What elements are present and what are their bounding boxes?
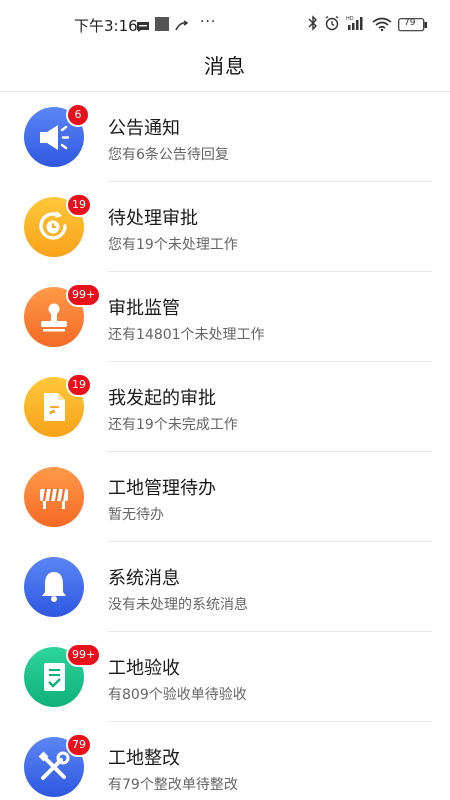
signal-icon: HD [346, 15, 366, 35]
avatar: 19 [24, 193, 92, 257]
avatar [24, 557, 84, 617]
avatar: 19 [24, 373, 92, 437]
status-time: 下午3:16 [74, 17, 138, 35]
item-subtitle: 暂无待办 [108, 507, 164, 523]
message-list: 6 公告通知 您有6条公告待回复 19 待处理审批 您有19个未处理工作 99+… [0, 92, 450, 800]
more-icon: ··· [200, 14, 217, 30]
unread-badge: 99+ [66, 643, 102, 667]
item-subtitle: 没有未处理的系统消息 [108, 597, 248, 613]
item-subtitle: 有809个验收单待验收 [108, 687, 247, 703]
status-bar: 下午3:16 ··· HD 79 [0, 0, 450, 48]
share-icon [174, 17, 190, 36]
item-title: 公告通知 [108, 118, 180, 139]
list-item-approval-supervision[interactable]: 99+ 审批监管 还有14801个未处理工作 [0, 272, 450, 362]
item-title: 待处理审批 [108, 208, 198, 229]
item-title: 我发起的审批 [108, 388, 216, 409]
svg-text:HD: HD [346, 16, 354, 22]
item-subtitle: 有79个整改单待整改 [108, 777, 238, 793]
avatar: 79 [24, 733, 92, 797]
avatar: 99+ [24, 283, 102, 347]
header: 消息 [0, 48, 450, 92]
unread-badge: 19 [66, 373, 92, 397]
item-subtitle: 还有14801个未处理工作 [108, 327, 265, 343]
list-item-my-approvals[interactable]: 19 我发起的审批 还有19个未完成工作 [0, 362, 450, 452]
avatar [24, 467, 84, 527]
unread-badge: 6 [66, 103, 90, 127]
unread-badge: 99+ [66, 283, 102, 307]
wifi-icon [372, 16, 392, 35]
item-title: 工地整改 [108, 748, 180, 769]
avatar: 99+ [24, 643, 102, 707]
item-subtitle: 您有6条公告待回复 [108, 147, 229, 163]
bell-icon [42, 572, 66, 602]
list-item-system-messages[interactable]: 系统消息 没有未处理的系统消息 [0, 542, 450, 632]
list-item-site-rectification[interactable]: 79 工地整改 有79个整改单待整改 [0, 722, 450, 800]
item-title: 系统消息 [108, 568, 180, 589]
page-title: 消息 [204, 54, 246, 78]
list-item-site-todo[interactable]: 工地管理待办 暂无待办 [0, 452, 450, 542]
message-icon [136, 18, 150, 37]
item-title: 工地管理待办 [108, 478, 216, 499]
barrier-icon [40, 488, 68, 509]
alarm-icon [324, 15, 340, 35]
list-item-site-acceptance[interactable]: 99+ 工地验收 有809个验收单待验收 [0, 632, 450, 722]
avatar: 6 [24, 103, 90, 167]
list-item-announcements[interactable]: 6 公告通知 您有6条公告待回复 [0, 92, 450, 182]
battery-level: 79 [404, 18, 416, 28]
unread-badge: 79 [66, 733, 92, 757]
list-item-pending-approvals[interactable]: 19 待处理审批 您有19个未处理工作 [0, 182, 450, 272]
item-title: 工地验收 [108, 658, 180, 679]
item-subtitle: 还有19个未完成工作 [108, 417, 238, 433]
bluetooth-icon [308, 15, 318, 35]
image-icon [155, 16, 169, 35]
item-title: 审批监管 [108, 298, 180, 319]
unread-badge: 19 [66, 193, 92, 217]
item-subtitle: 您有19个未处理工作 [108, 237, 238, 253]
